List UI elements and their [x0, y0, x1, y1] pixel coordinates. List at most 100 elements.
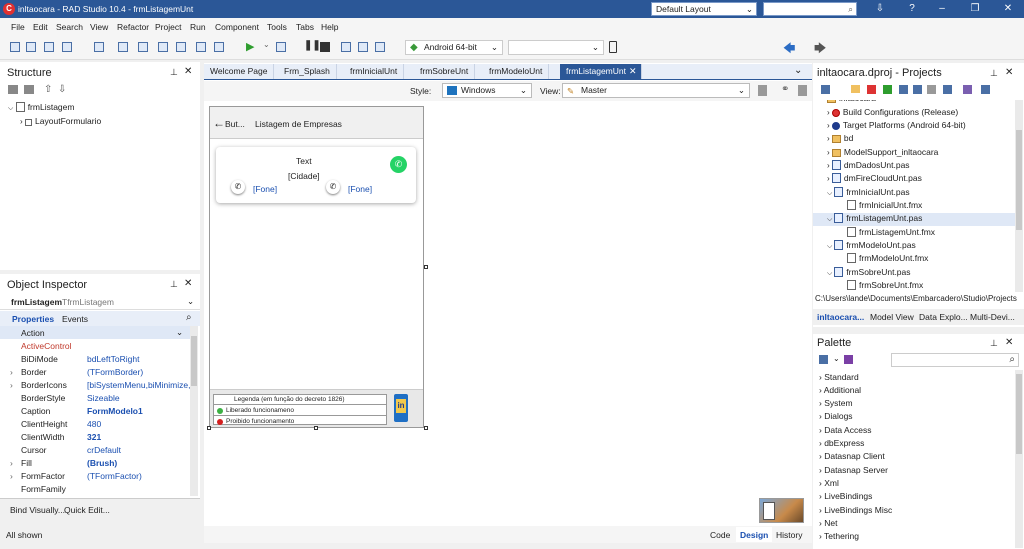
tab-data-explorer[interactable]: Data Explo...: [919, 312, 968, 322]
deploy-icon[interactable]: [963, 85, 972, 94]
step-over-icon[interactable]: [341, 42, 351, 52]
form-preview[interactable]: ← But... Listagem de Empresas Text [Cida…: [209, 106, 424, 428]
help-icon[interactable]: ?: [905, 3, 919, 15]
close-tab-icon[interactable]: ✕: [629, 66, 637, 77]
bind-visually-link[interactable]: Bind Visually...: [10, 505, 65, 515]
tab-events[interactable]: Events: [62, 314, 88, 324]
title-search-input[interactable]: ⌕: [763, 2, 857, 16]
property-value[interactable]: 321: [87, 432, 101, 442]
tab-model-view[interactable]: Model View: [870, 312, 914, 322]
palette-category[interactable]: › Xml: [819, 478, 839, 488]
property-row[interactable]: Caption FormModelo1: [0, 404, 190, 417]
back-arrow-icon[interactable]: ←: [213, 116, 225, 130]
property-value[interactable]: crDefault: [87, 445, 121, 455]
device-icon[interactable]: [609, 41, 617, 53]
property-row[interactable]: ActiveControl: [0, 339, 190, 352]
refresh-icon[interactable]: [883, 85, 892, 94]
chevron-down-icon[interactable]: ⌄: [176, 327, 183, 338]
project-item[interactable]: › Target Platforms (Android 64-bit): [827, 120, 966, 130]
back-button-label[interactable]: But...: [225, 119, 245, 129]
inspector-scrollbar[interactable]: [190, 326, 198, 496]
property-row[interactable]: › Fill (Brush): [0, 456, 190, 469]
back-arrow-icon[interactable]: 🡄: [783, 39, 795, 55]
sync-icon[interactable]: [821, 85, 830, 94]
project-item[interactable]: › dmFireCloudUnt.pas: [827, 173, 922, 183]
menu-component[interactable]: Component: [215, 22, 259, 32]
close-icon[interactable]: ✕: [1005, 67, 1013, 78]
layout-dropdown[interactable]: Default Layout ⌄: [651, 2, 757, 16]
history-tab[interactable]: History: [776, 530, 802, 540]
chevron-down-icon[interactable]: ⌄: [833, 354, 840, 363]
close-icon[interactable]: ✕: [184, 278, 192, 289]
tab-frmsobreunt[interactable]: frmSobreUnt: [414, 64, 476, 79]
layers-icon[interactable]: [943, 85, 952, 94]
move-down-icon[interactable]: ⇩: [58, 84, 66, 95]
palette-category[interactable]: › Additional: [819, 385, 861, 395]
property-value[interactable]: (TFormBorder): [87, 367, 143, 377]
expand-icon[interactable]: ›: [10, 458, 13, 468]
card-phone-1[interactable]: [Fone]: [253, 184, 277, 194]
property-value[interactable]: 480: [87, 419, 101, 429]
search-icon[interactable]: ⌕: [1009, 354, 1015, 365]
close-icon[interactable]: ✕: [1001, 3, 1015, 15]
open-icon[interactable]: [44, 42, 54, 52]
trace-into-icon[interactable]: [358, 42, 368, 52]
build-icon[interactable]: [899, 85, 908, 94]
property-row[interactable]: ClientWidth 321: [0, 430, 190, 443]
project-item[interactable]: frmListagemUnt.fmx: [847, 227, 935, 237]
property-value[interactable]: Sizeable: [87, 393, 120, 403]
folder-icon[interactable]: [851, 85, 860, 93]
expand-icon[interactable]: ›: [10, 380, 13, 390]
project-item[interactable]: inltaocara: [827, 100, 876, 103]
whatsapp-icon[interactable]: ✆: [390, 156, 407, 173]
palette-search-input[interactable]: ⌕: [891, 353, 1019, 367]
tab-projects[interactable]: inltaocara...: [817, 312, 864, 322]
pin-icon[interactable]: ⊥: [990, 68, 998, 79]
options-icon[interactable]: [927, 85, 936, 94]
activate-icon[interactable]: [867, 85, 876, 94]
menu-refactor[interactable]: Refactor: [117, 22, 149, 32]
save-icon[interactable]: [118, 42, 128, 52]
expand-icon[interactable]: ›: [10, 471, 13, 481]
property-row[interactable]: › Border (TFormBorder): [0, 365, 190, 378]
property-value[interactable]: [biSystemMenu,biMinimize,b: [87, 380, 190, 390]
project-item[interactable]: ⌵ frmInicialUnt.pas: [827, 187, 910, 198]
phone-icon[interactable]: ✆: [231, 180, 245, 194]
new-icon[interactable]: [10, 42, 20, 52]
move-up-icon[interactable]: ⇧: [44, 84, 52, 95]
pin-icon[interactable]: ⊥: [170, 279, 178, 290]
run-to-cursor-icon[interactable]: [375, 42, 385, 52]
run-dropdown-icon[interactable]: ⌄: [263, 40, 273, 50]
property-value[interactable]: FormModelo1: [87, 406, 143, 416]
remove-from-project-icon[interactable]: [176, 42, 186, 52]
search-icon[interactable]: ⌕: [848, 3, 853, 15]
view-icon[interactable]: [981, 85, 990, 94]
tab-multi-device[interactable]: Multi-Devi...: [970, 312, 1015, 322]
link-icon[interactable]: ⚭: [781, 84, 789, 95]
resize-handle[interactable]: [314, 426, 318, 430]
menu-help[interactable]: Help: [321, 22, 338, 32]
menu-view[interactable]: View: [90, 22, 108, 32]
phone-icon[interactable]: ✆: [326, 180, 340, 194]
open-file-icon[interactable]: [196, 42, 206, 52]
menu-tabs[interactable]: Tabs: [296, 22, 314, 32]
property-value[interactable]: (Brush): [87, 458, 117, 468]
pause-icon[interactable]: ❚❚: [304, 40, 321, 51]
property-value[interactable]: bdLeftToRight: [87, 354, 139, 364]
project-item[interactable]: frmInicialUnt.fmx: [847, 200, 922, 210]
platform-select[interactable]: ◆ Android 64-bit ⌄: [405, 40, 503, 55]
projects-scrollbar[interactable]: [1015, 100, 1023, 292]
resize-handle[interactable]: [424, 426, 428, 430]
tab-frm-splash[interactable]: Frm_Splash: [278, 64, 337, 79]
tree-child[interactable]: › LayoutFormulario: [20, 116, 101, 126]
menu-project[interactable]: Project: [155, 22, 181, 32]
tab-frminicialunt[interactable]: frmInicialUnt: [344, 64, 405, 79]
run-icon[interactable]: ▶: [246, 40, 256, 53]
quick-edit-link[interactable]: Quick Edit...: [64, 505, 110, 515]
palette-category[interactable]: › System: [819, 398, 853, 408]
run-without-debug-icon[interactable]: [276, 42, 286, 52]
project-item[interactable]: › bd: [827, 133, 853, 143]
code-tab[interactable]: Code: [710, 530, 730, 540]
forward-arrow-icon[interactable]: 🡆: [814, 39, 826, 55]
project-item[interactable]: › ModelSupport_inltaocara: [827, 147, 938, 157]
